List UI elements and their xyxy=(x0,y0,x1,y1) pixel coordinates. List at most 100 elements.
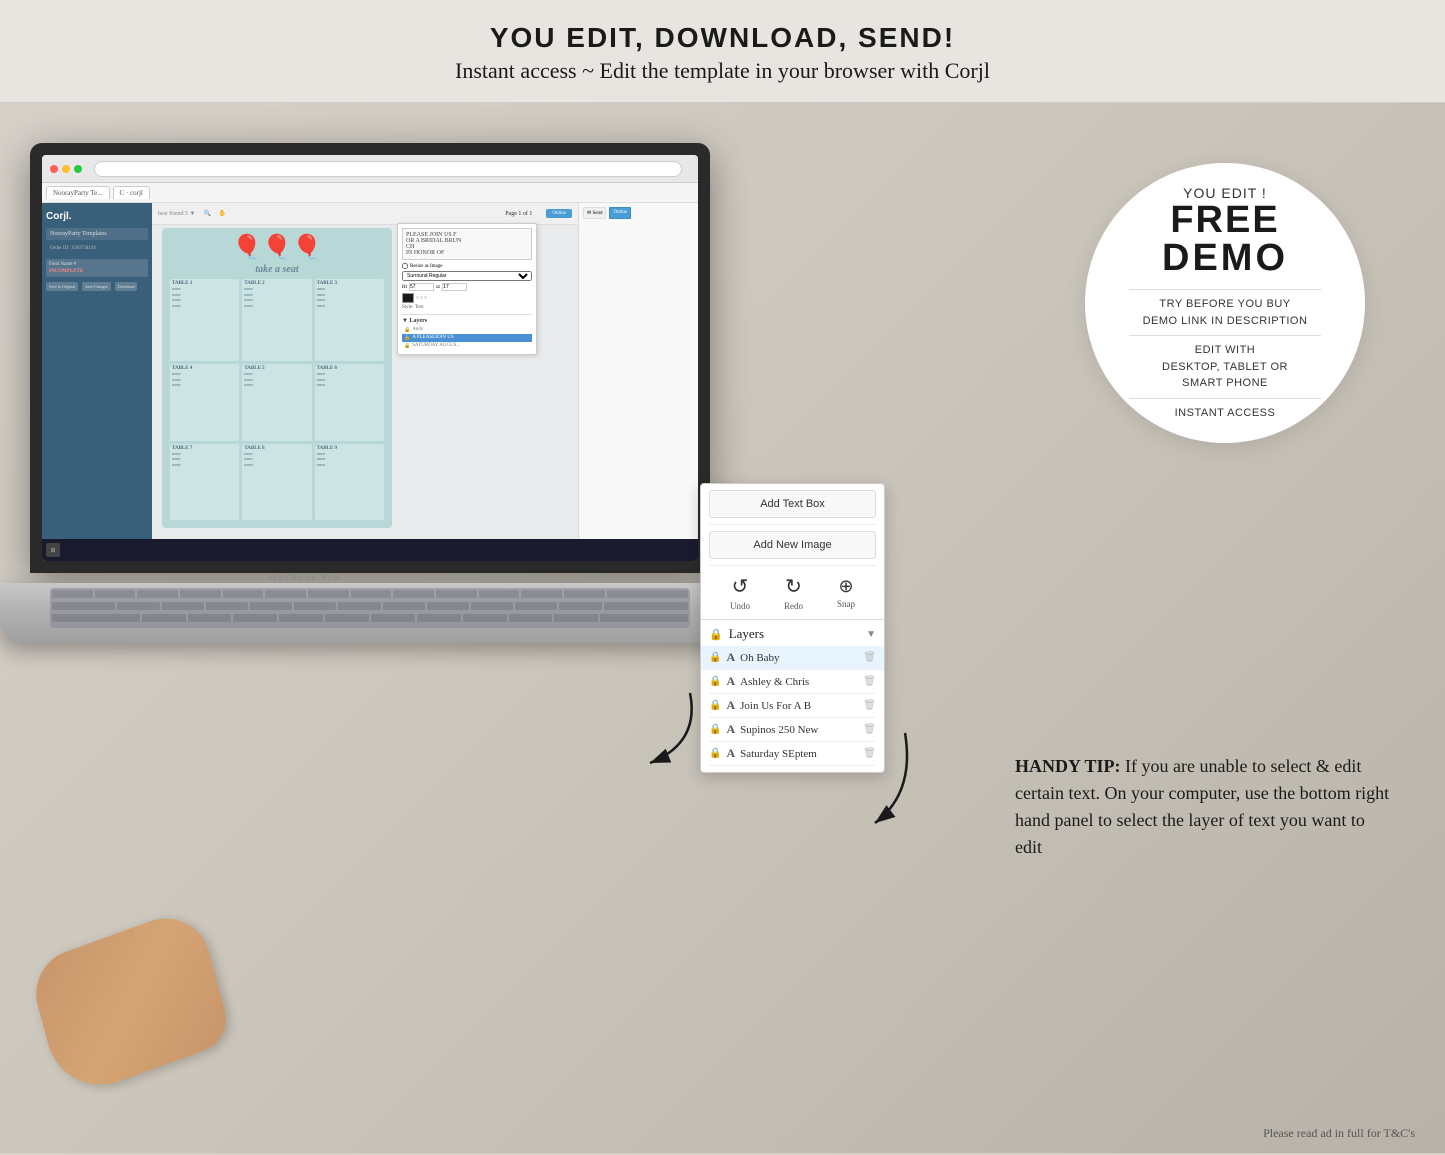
sidebar-templates[interactable]: NoorayParty Templates xyxy=(46,228,148,240)
key xyxy=(515,602,557,610)
height-input[interactable] xyxy=(409,283,434,291)
browser-tab-2[interactable]: C · corjl xyxy=(113,186,150,199)
layer-a-icon-2: A xyxy=(726,674,735,689)
key xyxy=(509,614,553,622)
save-changes-btn[interactable]: Save Changes xyxy=(82,282,111,291)
layer-saturday-row[interactable]: 🔒 SATURDAY AUGUS... xyxy=(402,342,532,350)
laptop-screen: NoorayParty Te... C · corjl Corjl. Noora… xyxy=(42,155,698,561)
layer-item-join[interactable]: 🔒 A Join Us For A B 🗑 xyxy=(709,694,876,718)
corjl-logo: Corjl. xyxy=(46,211,148,222)
style-text-label: Style: Text xyxy=(402,305,532,310)
start-btn[interactable]: ⊞ xyxy=(46,543,60,557)
incomplete-badge: INCOMPLETE xyxy=(49,269,145,274)
add-text-box-button[interactable]: Add Text Box xyxy=(709,490,876,518)
corjl-right-panel: ✉ Send Online xyxy=(578,203,698,541)
layers-lock-icon: 🔒 xyxy=(709,628,723,641)
hand-area xyxy=(40,933,260,1093)
layer-delete-5[interactable]: 🗑 xyxy=(863,748,876,759)
text-content-box[interactable]: PLEASE JOIN US FOR A BRIDAL BRUNCHIN HON… xyxy=(402,228,532,260)
key xyxy=(52,614,140,622)
key xyxy=(463,614,507,622)
url-bar[interactable] xyxy=(94,161,682,177)
laptop-body: NoorayParty Te... C · corjl Corjl. Noora… xyxy=(30,143,710,573)
main-area: NoorayParty Te... C · corjl Corjl. Noora… xyxy=(0,103,1445,1153)
online-btn-2[interactable]: Online xyxy=(609,207,631,219)
layer-a-icon-5: A xyxy=(726,746,735,761)
color-swatch[interactable] xyxy=(402,293,414,303)
key xyxy=(564,590,605,598)
key xyxy=(308,590,349,598)
snap-item[interactable]: ⊕ Snap xyxy=(837,576,855,609)
layer-saturday-lock: 🔒 xyxy=(404,343,410,349)
layers-header: ▼ Layers xyxy=(402,318,532,324)
size-row: Ht sz xyxy=(402,283,532,291)
layer-item-oh-baby[interactable]: 🔒 A Oh Baby 🗑 xyxy=(701,646,884,670)
layer-lock-2: 🔒 xyxy=(709,676,721,687)
layer-name-supinos: Supinos 250 New xyxy=(740,724,858,736)
layer-item-supinos[interactable]: 🔒 A Supinos 250 New 🗑 xyxy=(709,718,876,742)
key xyxy=(521,590,562,598)
maximize-dot xyxy=(74,165,82,173)
item-title: Field Name # INCOMPLETE xyxy=(46,259,148,277)
layer-saturday-name: SATURDAY AUGUS... xyxy=(412,343,460,349)
font-select[interactable]: Surround Regular xyxy=(402,271,532,281)
key xyxy=(180,590,221,598)
key xyxy=(117,602,159,610)
undo-item[interactable]: ↺ Undo xyxy=(730,574,750,611)
panel-icons-row: ↺ Undo ↻ Redo ⊕ Snap xyxy=(701,566,884,619)
layer-andy-name: Andy xyxy=(412,327,423,333)
layer-lock-4: 🔒 xyxy=(709,724,721,735)
hand-tool[interactable]: ✋ xyxy=(219,210,226,217)
key xyxy=(142,614,186,622)
layer-a-icon-4: A xyxy=(726,722,735,737)
corjl-sidebar: Corjl. NoorayParty Templates Order ID: 1… xyxy=(42,203,152,541)
layers-section: ▼ Layers 🔒 Andy 🔒 A PLEASEJOIN US xyxy=(402,314,532,350)
demo-link: DEMO LINK IN DESCRIPTION xyxy=(1143,313,1308,330)
browser-tab-1[interactable]: NoorayParty Te... xyxy=(46,186,110,199)
layer-item-saturday[interactable]: 🔒 A Saturday SEptem 🗑 xyxy=(709,742,876,766)
best-friend-label: best friend 5 ▼ xyxy=(158,211,195,217)
key xyxy=(393,590,434,598)
key xyxy=(351,590,392,598)
add-new-image-button[interactable]: Add New Image xyxy=(709,531,876,559)
download-btn[interactable]: Download xyxy=(115,282,138,291)
balloon-graphic: 🎈🎈🎈 xyxy=(170,236,384,260)
send-btn[interactable]: ✉ Send xyxy=(583,207,606,219)
demo-platforms: DESKTOP, TABLET OR xyxy=(1162,359,1288,376)
zoom-controls[interactable]: 🔍 xyxy=(203,210,210,217)
browser-bar xyxy=(42,155,698,183)
redo-item[interactable]: ↻ Redo xyxy=(784,574,803,611)
layer-delete-4[interactable]: 🗑 xyxy=(863,724,876,735)
field-label-1: Field Name # xyxy=(49,262,145,267)
free-demo-circle: YOU EDIT ! FREE DEMO TRY BEFORE YOU BUY … xyxy=(1085,163,1365,443)
layer-delete-1[interactable]: 🗑 xyxy=(863,652,876,663)
layer-please-name: A PLEASEJOIN US xyxy=(412,335,453,341)
key xyxy=(607,590,688,598)
action-buttons: Save to Original Save Changes Download xyxy=(46,282,148,291)
layer-please-row[interactable]: 🔒 A PLEASEJOIN US xyxy=(402,334,532,342)
online-btn[interactable]: Online xyxy=(546,209,572,218)
layer-delete-3[interactable]: 🗑 xyxy=(863,700,876,711)
table-5: TABLE 5 namenamename xyxy=(242,364,311,440)
demo-divider-2 xyxy=(1129,335,1321,336)
resize-checkbox[interactable] xyxy=(402,263,408,269)
demo-smartphone: SMART PHONE xyxy=(1182,375,1268,392)
banner-headline: YOU EDIT, DOWNLOAD, SEND! xyxy=(0,22,1445,54)
layer-item-ashley[interactable]: 🔒 A Ashley & Chris 🗑 xyxy=(709,670,876,694)
key xyxy=(371,614,415,622)
snap-label: Snap xyxy=(837,599,855,609)
fp-layers-header[interactable]: 🔒 Layers ▼ xyxy=(709,626,876,646)
demo-instant: INSTANT ACCESS xyxy=(1175,405,1276,422)
layer-delete-2[interactable]: 🗑 xyxy=(863,676,876,687)
save-original-btn[interactable]: Save to Original xyxy=(46,282,78,291)
size-input[interactable] xyxy=(442,283,467,291)
layer-andy-row[interactable]: 🔒 Andy xyxy=(402,326,532,334)
floating-corjl-panel: Add Text Box Add New Image ↺ Undo ↻ Redo… xyxy=(700,483,885,773)
taskbar: ⊞ 7:25 PM6/12/2019 xyxy=(42,539,698,561)
layer-please-lock: 🔒 xyxy=(404,335,410,341)
size-label: sz xyxy=(436,285,440,290)
demo-divider-1 xyxy=(1129,289,1321,290)
layer-name-oh-baby: Oh Baby xyxy=(740,652,858,664)
layer-name-join: Join Us For A B xyxy=(740,700,858,712)
key xyxy=(471,602,513,610)
